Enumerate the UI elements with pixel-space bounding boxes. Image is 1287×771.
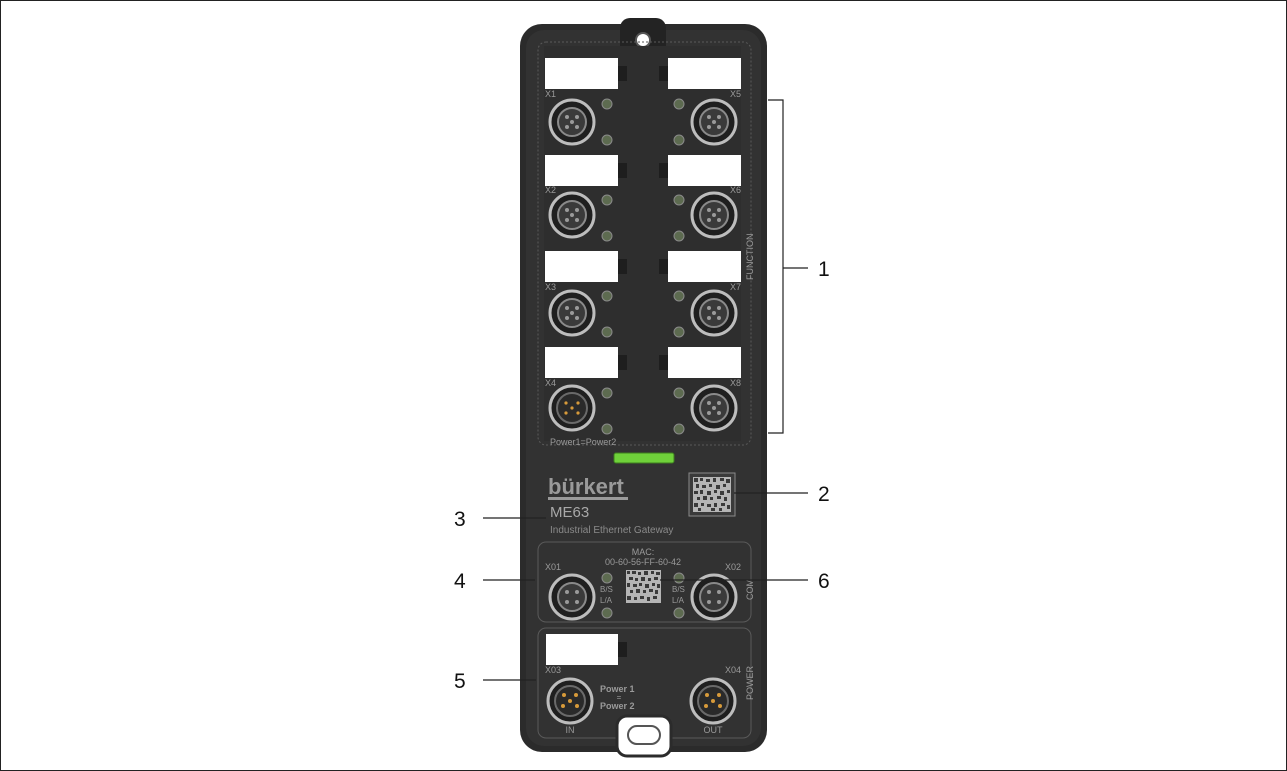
- connector-x8: [690, 384, 738, 432]
- in-label: IN: [566, 725, 575, 735]
- callout-1: 1: [818, 258, 830, 281]
- device-description: Industrial Ethernet Gateway: [550, 525, 673, 536]
- callout-5: 5: [454, 670, 466, 693]
- port-label-x1: X1: [545, 89, 556, 99]
- connector-x3: [548, 289, 596, 337]
- callout-6: 6: [818, 570, 830, 593]
- led-label-la-right: L/A: [672, 596, 685, 605]
- mac-address: 00-60-56-FF-60-42: [605, 557, 681, 567]
- status-led-bar: [613, 452, 675, 464]
- port-label-x01: X01: [545, 562, 561, 572]
- power-equal-label: Power1=Power2: [550, 437, 616, 447]
- connector-x4: [548, 384, 596, 432]
- com-qr-code: [626, 570, 661, 603]
- power-connector-in: [546, 677, 594, 725]
- connector-x2: [548, 191, 596, 239]
- function-label: FUNCTION: [745, 234, 755, 281]
- port-label-x02: X02: [725, 562, 741, 572]
- label-plate-x1: [545, 58, 618, 89]
- port-label-x5: X5: [730, 89, 741, 99]
- label-plate-x7: [668, 251, 741, 282]
- callout-4: 4: [454, 570, 466, 593]
- brand-logo: bürkert: [548, 474, 624, 499]
- label-plate-x03: [546, 634, 618, 665]
- label-plate-x5: [668, 58, 741, 89]
- connector-x5: [690, 98, 738, 146]
- mac-label: MAC:: [632, 547, 655, 557]
- bottom-mount-slot: [627, 725, 661, 745]
- callout-2: 2: [818, 483, 830, 506]
- callout-bracket-1: [768, 99, 784, 434]
- device-qr-code: [688, 472, 736, 517]
- label-plate-x6: [668, 155, 741, 186]
- out-label: OUT: [704, 725, 724, 735]
- port-label-x6: X6: [730, 185, 741, 195]
- label-plate-x8: [668, 347, 741, 378]
- top-mount-hole: [635, 32, 651, 48]
- connector-x02: [690, 573, 738, 621]
- label-plate-x3: [545, 251, 618, 282]
- power-label: POWER: [745, 665, 755, 700]
- com-label: COM: [745, 579, 755, 600]
- power-in-line2: Power 2: [600, 701, 635, 711]
- connector-x7: [690, 289, 738, 337]
- led-label-bs-right: B/S: [672, 585, 685, 594]
- port-label-x03: X03: [545, 665, 561, 675]
- port-label-x04: X04: [725, 665, 741, 675]
- label-plate-x4: [545, 347, 618, 378]
- power-connector-out: [689, 677, 737, 725]
- callout-3: 3: [454, 508, 466, 531]
- led-label-la-left: L/A: [600, 596, 613, 605]
- port-label-x8: X8: [730, 378, 741, 388]
- model-name: ME63: [550, 504, 589, 521]
- connector-x01: [548, 573, 596, 621]
- port-label-x7: X7: [730, 282, 741, 292]
- connector-x1: [548, 98, 596, 146]
- port-label-x4: X4: [545, 378, 556, 388]
- led-label-bs-left: B/S: [600, 585, 613, 594]
- port-label-x2: X2: [545, 185, 556, 195]
- connector-x6: [690, 191, 738, 239]
- device-diagram: X1 X2 X3 X4 X5 X6 X7 X8 Power1=Power2 FU…: [454, 18, 830, 758]
- port-label-x3: X3: [545, 282, 556, 292]
- label-plate-x2: [545, 155, 618, 186]
- brand-underline: [548, 497, 628, 500]
